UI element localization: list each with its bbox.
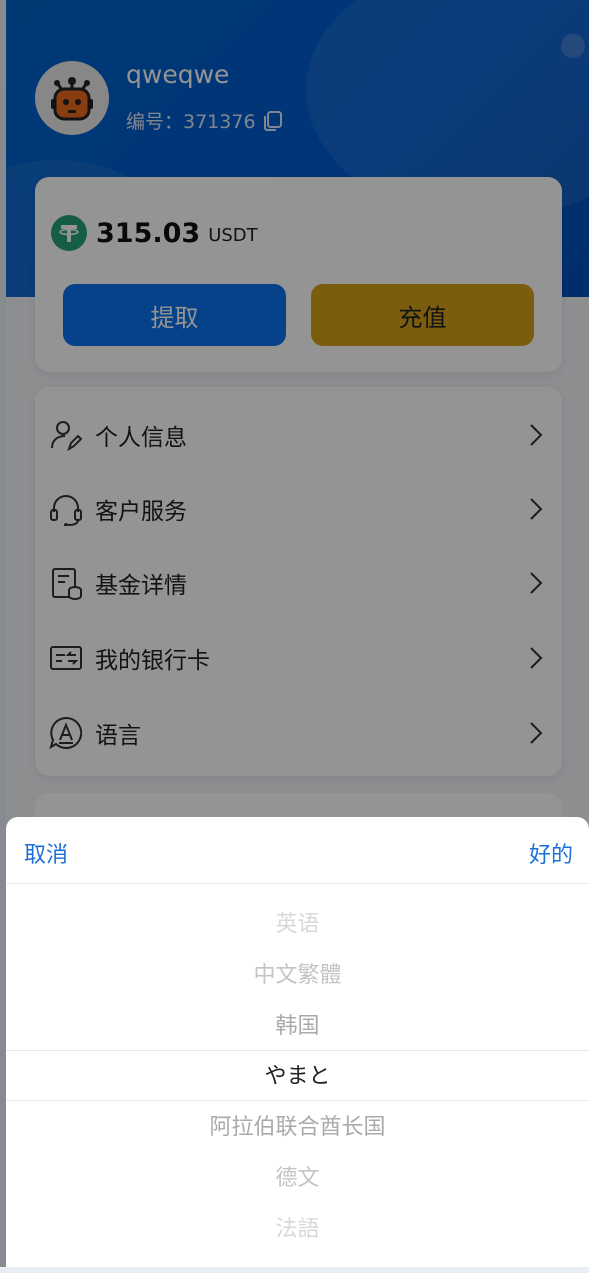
picker-option[interactable]: 阿拉伯联合酋长国 [6,1102,589,1153]
picker-option[interactable]: 英语 [6,899,589,950]
bottom-strip [0,1267,589,1273]
confirm-button[interactable]: 好的 [529,837,573,869]
picker-option[interactable]: 韩国 [6,1001,589,1052]
picker-option[interactable]: 德文 [6,1153,589,1204]
picker-toolbar: 取消 好的 [6,817,589,884]
picker-option[interactable]: 法語 [6,1204,589,1255]
selection-divider [6,1100,589,1101]
language-picker-sheet: 取消 好的 英语 中文繁體 韩国 やまと 阿拉伯联合酋长国 德文 法語 [6,817,589,1267]
picker-option-selected[interactable]: やまと [6,1051,589,1102]
cancel-button[interactable]: 取消 [24,837,68,869]
picker-option[interactable]: 中文繁體 [6,950,589,1001]
